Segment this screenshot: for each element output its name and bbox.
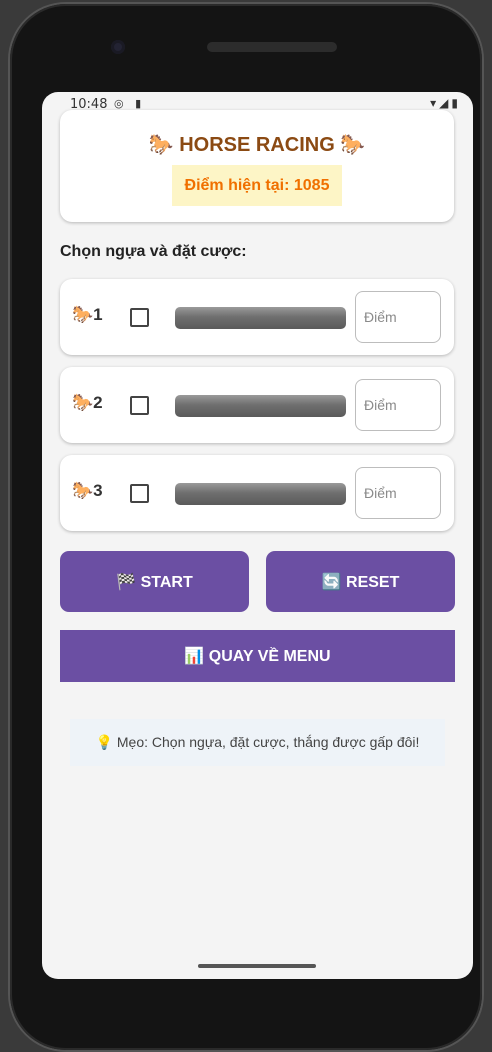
home-indicator[interactable] [198, 964, 316, 968]
section-label: Chọn ngựa và đặt cược: [60, 243, 247, 260]
status-signal-battery-icons: ▾◢▮ [430, 96, 461, 110]
reset-button[interactable]: 🔄 RESET [266, 551, 455, 612]
earpiece-speaker [207, 42, 337, 52]
current-score: Điểm hiện tại: 1085 [172, 165, 342, 206]
horse-checkbox-3[interactable] [130, 484, 149, 503]
status-notification-icons: ◎ ▮ [114, 97, 146, 110]
race-track-1 [175, 307, 346, 329]
back-to-menu-button[interactable]: 📊 QUAY VỀ MENU [60, 630, 455, 682]
app-title: 🐎 HORSE RACING 🐎 [148, 134, 366, 156]
start-button[interactable]: 🏁 START [60, 551, 249, 612]
horse-label-2: 🐎2 [72, 393, 103, 412]
race-track-2 [175, 395, 346, 417]
horse-checkbox-1[interactable] [130, 308, 149, 327]
horse-label-1: 🐎1 [72, 305, 103, 324]
horse-row-2: 🐎2 [60, 367, 454, 443]
front-camera [111, 40, 125, 54]
horse-checkbox-2[interactable] [130, 396, 149, 415]
bet-input-2[interactable] [355, 379, 441, 431]
phone-frame: 10:48 ◎ ▮ ▾◢▮ 🐎 HORSE RACING 🐎 Điểm hiện… [10, 4, 482, 1050]
bet-input-1[interactable] [355, 291, 441, 343]
app-screen: 10:48 ◎ ▮ ▾◢▮ 🐎 HORSE RACING 🐎 Điểm hiện… [42, 92, 473, 979]
race-track-3 [175, 483, 346, 505]
horse-row-3: 🐎3 [60, 455, 454, 531]
bet-input-3[interactable] [355, 467, 441, 519]
horse-label-3: 🐎3 [72, 481, 103, 500]
tip-box: 💡 Mẹo: Chọn ngựa, đặt cược, thắng được g… [70, 719, 445, 766]
header-card: 🐎 HORSE RACING 🐎 Điểm hiện tại: 1085 [60, 110, 454, 222]
horse-row-1: 🐎1 [60, 279, 454, 355]
